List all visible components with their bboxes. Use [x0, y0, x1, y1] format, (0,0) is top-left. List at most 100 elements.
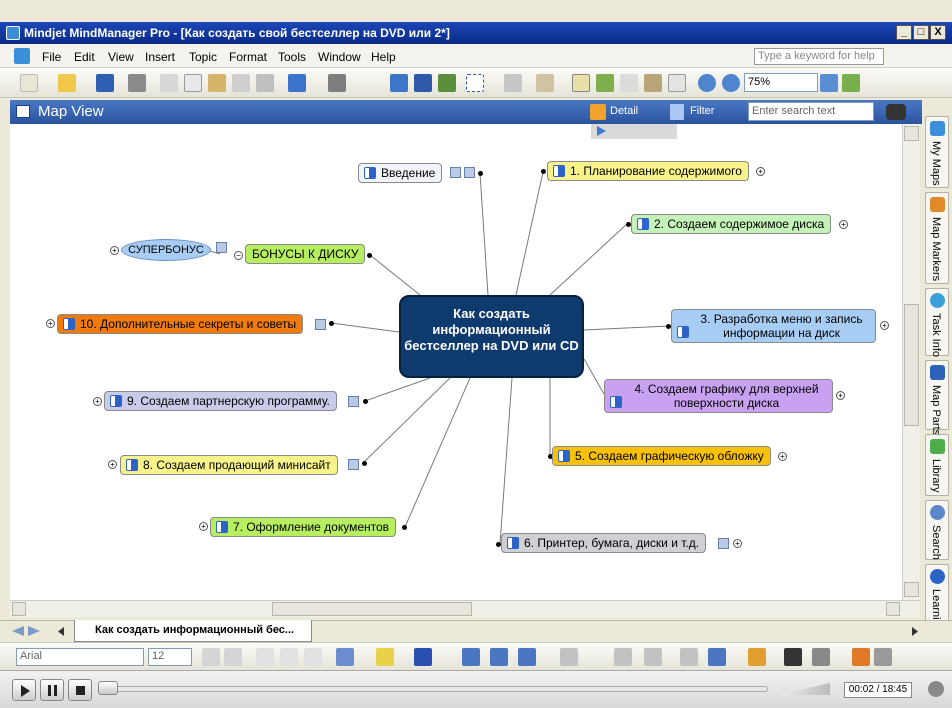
- vertical-scrollbar[interactable]: [902, 124, 920, 600]
- font-size-select[interactable]: 12: [148, 648, 192, 666]
- new-icon[interactable]: [20, 74, 38, 92]
- title-bar[interactable]: Mindjet MindManager Pro - [Как создать с…: [0, 22, 952, 44]
- image-icon[interactable]: [596, 74, 614, 92]
- filter-icon[interactable]: [670, 104, 684, 120]
- print-icon[interactable]: [128, 74, 146, 92]
- menu-view[interactable]: View: [108, 50, 134, 64]
- topic-8[interactable]: 8. Создаем продающий минисайт: [120, 455, 338, 475]
- play-button[interactable]: [12, 679, 36, 701]
- topic-3[interactable]: 3. Разработка меню и запись информации н…: [671, 309, 876, 343]
- pause-button[interactable]: [40, 679, 64, 701]
- expand-icon[interactable]: +: [880, 321, 889, 330]
- seek-bar[interactable]: [98, 686, 768, 692]
- hyperlink-icon[interactable]: [504, 74, 522, 92]
- attachment-icon[interactable]: [536, 74, 554, 92]
- expand-icon[interactable]: +: [839, 220, 848, 229]
- save-icon[interactable]: [96, 74, 114, 92]
- note-marker-icon[interactable]: [718, 538, 729, 549]
- undo-icon[interactable]: [288, 74, 306, 92]
- zoom-select[interactable]: 75%: [744, 73, 818, 92]
- note-marker-icon[interactable]: [315, 319, 326, 330]
- tab-scroll-right-icon[interactable]: [912, 627, 918, 636]
- central-topic[interactable]: Как создать информационный бестселлер на…: [399, 295, 584, 378]
- menu-topic[interactable]: Topic: [189, 50, 217, 64]
- volume-slider[interactable]: [778, 683, 830, 695]
- notes-icon[interactable]: [572, 74, 590, 92]
- line-color-icon[interactable]: [336, 648, 354, 666]
- topic-2[interactable]: 2. Создаем содержимое диска: [631, 214, 832, 234]
- expand-icon[interactable]: +: [756, 167, 765, 176]
- grow-font-icon[interactable]: [202, 648, 220, 666]
- expand-icon[interactable]: +: [108, 460, 117, 469]
- menu-tools[interactable]: Tools: [278, 50, 306, 64]
- scroll-right-icon[interactable]: [886, 602, 900, 616]
- menu-window[interactable]: Window: [318, 50, 361, 64]
- binoculars-icon[interactable]: [886, 104, 906, 120]
- note-marker-icon[interactable]: [348, 396, 359, 407]
- insert-topic-icon[interactable]: [390, 74, 408, 92]
- topic-9[interactable]: 9. Создаем партнерскую программу.: [104, 391, 337, 411]
- paste-icon[interactable]: [208, 74, 226, 92]
- map-search-input[interactable]: Enter search text: [748, 102, 874, 121]
- connector-style-icon[interactable]: [560, 648, 578, 666]
- open-icon[interactable]: [58, 74, 76, 92]
- scroll-up-icon[interactable]: [904, 126, 919, 141]
- tab-map-markers[interactable]: Map Markers: [925, 192, 949, 284]
- note-marker-icon[interactable]: [216, 242, 227, 253]
- text-box-icon[interactable]: [708, 648, 726, 666]
- horizontal-scroll-thumb[interactable]: [272, 602, 472, 616]
- callout-icon[interactable]: [438, 74, 456, 92]
- forward-arrow-icon[interactable]: [28, 626, 40, 636]
- align-icon[interactable]: [490, 648, 508, 666]
- numbering-icon[interactable]: [748, 648, 766, 666]
- cut-icon[interactable]: [160, 74, 178, 92]
- resources-icon[interactable]: [644, 74, 662, 92]
- balance-map-icon[interactable]: [842, 74, 860, 92]
- scroll-down-icon[interactable]: [904, 582, 919, 597]
- text-align-icon[interactable]: [680, 648, 698, 666]
- expand-icon[interactable]: +: [733, 539, 742, 548]
- expand-icon[interactable]: +: [110, 246, 119, 255]
- boundary-icon[interactable]: [466, 74, 484, 92]
- menu-edit[interactable]: Edit: [74, 50, 95, 64]
- map-canvas[interactable]: Как создать информационный бестселлер на…: [10, 124, 902, 600]
- topic-shape-icon[interactable]: [462, 648, 480, 666]
- format-painter-icon[interactable]: [232, 74, 250, 92]
- seek-handle[interactable]: [98, 681, 118, 695]
- line-shape-icon[interactable]: [518, 648, 536, 666]
- arrow-start-icon[interactable]: [852, 648, 870, 666]
- map-view-title[interactable]: Map View: [38, 103, 104, 120]
- superbonus-topic[interactable]: СУПЕРБОНУС: [121, 239, 211, 261]
- settings-icon[interactable]: [928, 681, 944, 697]
- topic-10[interactable]: 10. Дополнительные секреты и советы: [57, 314, 304, 334]
- paperclip-icon[interactable]: [620, 74, 638, 92]
- note-marker-icon[interactable]: [348, 459, 359, 470]
- line-style-icon[interactable]: [812, 648, 830, 666]
- fill-color-icon[interactable]: [376, 648, 394, 666]
- growth-direction-icon[interactable]: [644, 648, 662, 666]
- redo-icon[interactable]: [328, 74, 346, 92]
- topic-5[interactable]: 5. Создаем графическую обложку: [552, 446, 771, 466]
- tab-scroll-left-icon[interactable]: [58, 627, 64, 636]
- font-color-icon[interactable]: [414, 648, 432, 666]
- expand-icon[interactable]: +: [778, 452, 787, 461]
- tab-search[interactable]: Search: [925, 500, 949, 560]
- vertical-scroll-thumb[interactable]: [904, 304, 919, 426]
- strikethrough-icon[interactable]: [304, 648, 322, 666]
- menu-format[interactable]: Format: [229, 50, 267, 64]
- menu-file[interactable]: File: [42, 50, 61, 64]
- italic-icon[interactable]: [280, 648, 298, 666]
- topic-bonus[interactable]: БОНУСЫ К ДИСКУ: [245, 244, 366, 264]
- font-family-select[interactable]: Arial: [16, 648, 144, 666]
- document-tab[interactable]: Как создать информационный бес...: [74, 620, 312, 642]
- copy-icon[interactable]: [184, 74, 202, 92]
- topic-6[interactable]: 6. Принтер, бумага, диски и т.д.: [501, 533, 707, 553]
- horizontal-scrollbar[interactable]: [10, 600, 920, 617]
- note-marker-icon[interactable]: [464, 167, 475, 178]
- shrink-font-icon[interactable]: [224, 648, 242, 666]
- fit-map-icon[interactable]: [820, 74, 838, 92]
- hyperlink-marker-icon[interactable]: [450, 167, 461, 178]
- detail-icon[interactable]: [590, 104, 606, 120]
- back-arrow-icon[interactable]: [12, 626, 24, 636]
- topic-7[interactable]: 7. Оформление документов: [210, 517, 397, 537]
